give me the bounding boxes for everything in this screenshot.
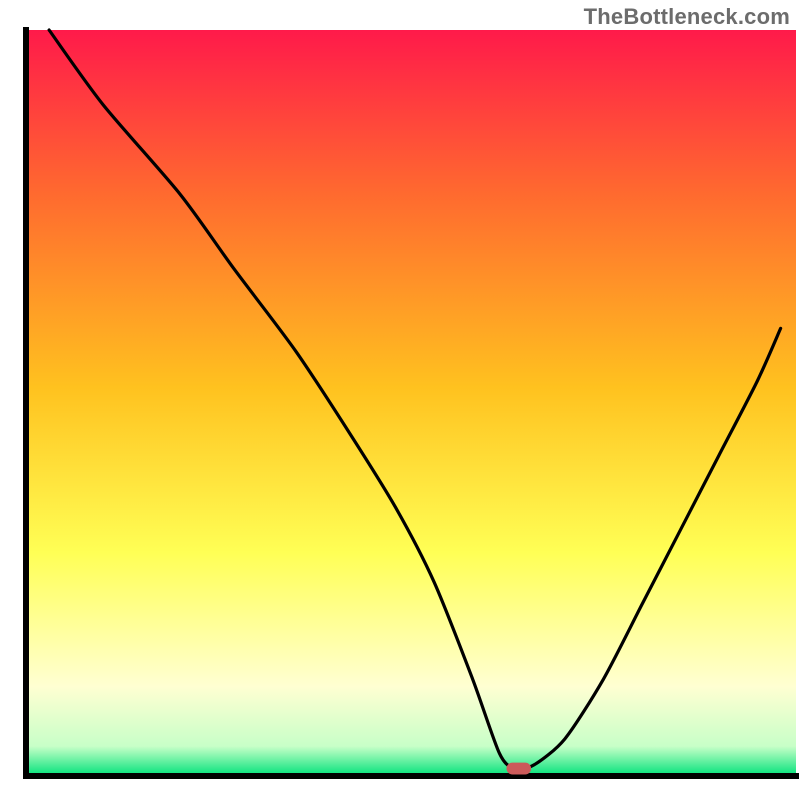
chart-stage: TheBottleneck.com (0, 0, 800, 800)
watermark-text: TheBottleneck.com (584, 4, 790, 30)
optimal-point-marker (506, 763, 531, 775)
plot-background-gradient (26, 30, 796, 776)
bottleneck-chart (0, 0, 800, 800)
